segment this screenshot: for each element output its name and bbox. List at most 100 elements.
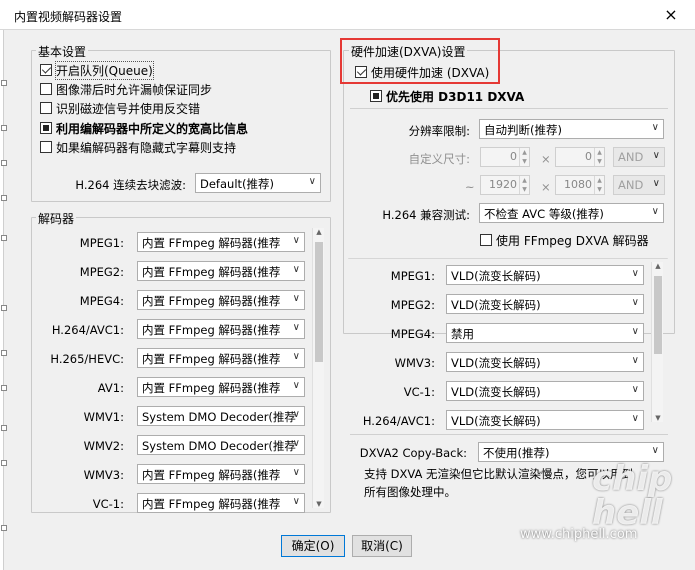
chevron-down-icon: ∨: [651, 206, 659, 217]
chevron-down-icon: ∨: [292, 380, 300, 391]
chevron-down-icon: ∨: [651, 122, 659, 133]
drop-frames-label: 图像滞后时允许漏帧保证同步: [56, 83, 213, 97]
chevron-down-icon: ∨: [631, 355, 639, 366]
and-select-1[interactable]: AND ∨: [613, 147, 665, 167]
decoder-row-select[interactable]: 内置 FFmpeg 解码器(推荐 ∨: [137, 290, 305, 310]
chevron-down-icon: ∨: [292, 264, 300, 275]
close-icon[interactable]: ×: [660, 4, 682, 26]
resolution-select[interactable]: 自动判断(推荐) ∨: [479, 119, 664, 139]
decoder-row-label: MPEG1:: [79, 236, 124, 250]
chevron-down-icon: ∨: [292, 322, 300, 333]
chevron-down-icon: ∨: [292, 293, 300, 304]
decoder-row-select[interactable]: 内置 FFmpeg 解码器(推荐 ∨: [137, 377, 305, 397]
and-select-2[interactable]: AND ∨: [613, 175, 665, 195]
chevron-down-icon: ∨: [292, 235, 300, 246]
closed-caption-label: 如果编解码器有隐藏式字幕则支持: [56, 141, 237, 155]
dxva-note-line2: 所有图像处理中。: [364, 485, 456, 499]
queue-checkbox[interactable]: [40, 64, 52, 76]
decoder-row-select[interactable]: System DMO Decoder(推荐 ∨: [137, 406, 305, 426]
hw-codec-row-select[interactable]: VLD(流变长解码) ∨: [446, 294, 644, 314]
d3d11-checkbox[interactable]: [370, 90, 382, 102]
queue-label: 开启队列(Queue): [55, 61, 154, 80]
min-width-field[interactable]: 0 ▲ ▼: [480, 147, 530, 167]
chevron-down-icon: ∨: [631, 413, 639, 424]
times-sign-2: ×: [541, 180, 551, 194]
decoder-row-select[interactable]: System DMO Decoder(推荐 ∨: [137, 435, 305, 455]
chevron-down-icon: ∨: [631, 326, 639, 337]
compat-label: H.264 兼容测试:: [382, 208, 470, 222]
hw-codec-row-label: MPEG2:: [390, 298, 435, 312]
resolution-label: 分辨率限制:: [408, 124, 470, 138]
decoders-title: 解码器: [36, 210, 77, 227]
decoder-row-select[interactable]: 内置 FFmpeg 解码器(推荐 ∨: [137, 493, 305, 513]
chevron-down-icon: ∨: [308, 176, 316, 187]
decoder-row-label: MPEG2:: [79, 265, 124, 279]
window-title: 内置视频解码器设置: [14, 10, 123, 24]
ffmpeg-dxva-label: 使用 FFmpeg DXVA 解码器: [496, 234, 649, 248]
hw-codec-row-label: H.264/AVC1:: [362, 414, 435, 428]
decoder-row-label: VC-1:: [92, 497, 124, 511]
decoder-row-select[interactable]: 内置 FFmpeg 解码器(推荐 ∨: [137, 319, 305, 339]
basic-settings-title: 基本设置: [36, 43, 89, 60]
chevron-down-icon: ∨: [631, 297, 639, 308]
ok-button[interactable]: 确定(O): [281, 535, 345, 557]
copyback-label: DXVA2 Copy-Back:: [359, 446, 467, 460]
enable-dxva-checkbox[interactable]: [355, 66, 367, 78]
aspect-ratio-label: 利用编解码器中所定义的宽高比信息: [56, 122, 249, 136]
compat-select[interactable]: 不检查 AVC 等级(推荐) ∨: [479, 203, 664, 223]
chevron-down-icon: ∨: [292, 409, 300, 420]
decoder-row-select[interactable]: 内置 FFmpeg 解码器(推荐 ∨: [137, 348, 305, 368]
hw-codec-row-select[interactable]: VLD(流变长解码) ∨: [446, 352, 644, 372]
decoders-scroll-thumb[interactable]: [315, 242, 323, 362]
chevron-down-icon: ∨: [651, 445, 659, 456]
hw-divider-2: [350, 434, 668, 435]
chevron-down-icon: ∨: [652, 178, 660, 189]
custom-size-label: 自定义尺寸:: [408, 152, 470, 166]
chevron-down-icon: ∨: [631, 384, 639, 395]
drop-frames-checkbox[interactable]: [40, 83, 52, 95]
chevron-down-icon: ∨: [292, 496, 300, 507]
decoder-row-select[interactable]: 内置 FFmpeg 解码器(推荐 ∨: [137, 232, 305, 252]
decoder-row-label: MPEG4:: [79, 294, 124, 308]
chiphell-url: www.chiphell.com: [520, 527, 638, 542]
hw-codec-row-select[interactable]: VLD(流变长解码) ∨: [446, 265, 644, 285]
cancel-button[interactable]: 取消(C): [352, 535, 412, 557]
hw-codec-scrollbar[interactable]: ▲ ▼: [651, 262, 663, 422]
max-height-field[interactable]: 1080 ▲ ▼: [555, 175, 605, 195]
decoder-row-label: AV1:: [97, 381, 124, 395]
chevron-down-icon: ∨: [292, 438, 300, 449]
ffmpeg-dxva-checkbox[interactable]: [480, 234, 492, 246]
deblock-select[interactable]: Default(推荐) ∨: [195, 173, 321, 193]
hw-codec-scroll-thumb[interactable]: [654, 276, 662, 354]
hw-divider: [350, 108, 668, 109]
hw-codec-row-select[interactable]: VLD(流变长解码) ∨: [446, 410, 644, 430]
decoder-row-label: WMV3:: [83, 468, 124, 482]
max-width-field[interactable]: 1920 ▲ ▼: [480, 175, 530, 195]
chevron-down-icon: ∨: [292, 351, 300, 362]
hw-codec-row-select[interactable]: 禁用 ∨: [446, 323, 644, 343]
chiphell-logo: chip hell: [592, 459, 673, 533]
hw-codec-row-label: MPEG4:: [390, 327, 435, 341]
decoder-row-label: H.265/HEVC:: [50, 352, 124, 366]
chevron-down-icon: ∨: [292, 467, 300, 478]
hw-codec-row-label: VC-1:: [403, 385, 435, 399]
deinterlace-checkbox[interactable]: [40, 102, 52, 114]
tilde-sign: ~: [465, 180, 475, 194]
d3d11-label: 优先使用 D3D11 DXVA: [386, 90, 525, 104]
times-sign: ×: [541, 152, 551, 166]
aspect-ratio-checkbox[interactable]: [40, 122, 52, 134]
closed-caption-checkbox[interactable]: [40, 141, 52, 153]
chevron-down-icon: ∨: [652, 150, 660, 161]
min-height-field[interactable]: 0 ▲ ▼: [555, 147, 605, 167]
hw-codec-row-select[interactable]: VLD(流变长解码) ∨: [446, 381, 644, 401]
deinterlace-label: 识别磁迹信号并使用反交错: [56, 102, 201, 116]
decoder-row-label: WMV1:: [83, 410, 124, 424]
decoders-scrollbar[interactable]: ▲ ▼: [312, 228, 324, 508]
decoder-row-label: H.264/AVC1:: [51, 323, 124, 337]
decoder-row-select[interactable]: 内置 FFmpeg 解码器(推荐 ∨: [137, 464, 305, 484]
background-tree-edge: [0, 30, 8, 570]
decoder-row-label: WMV2:: [83, 439, 124, 453]
hw-codec-row-label: WMV3:: [394, 356, 435, 370]
enable-dxva-label: 使用硬件加速 (DXVA): [371, 66, 490, 80]
decoder-row-select[interactable]: 内置 FFmpeg 解码器(推荐 ∨: [137, 261, 305, 281]
